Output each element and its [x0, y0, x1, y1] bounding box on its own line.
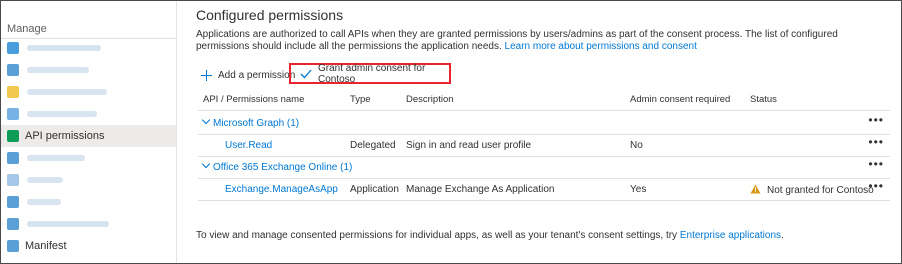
main-content: Configured permissions Applications are …: [196, 0, 896, 262]
chevron-down-icon: [201, 115, 211, 125]
group-row-microsoft-graph[interactable]: Microsoft Graph (1) •••: [198, 113, 890, 135]
blurred-label: [27, 221, 109, 227]
sidebar-item-8[interactable]: [1, 213, 176, 235]
footer-description: To view and manage consented permissions…: [196, 230, 680, 241]
admin-consent-required: No: [630, 140, 643, 151]
permission-type: Application: [350, 184, 399, 195]
blurred-label: [27, 45, 101, 51]
more-options-icon[interactable]: •••: [868, 157, 884, 171]
sidebar-item-0[interactable]: [1, 37, 176, 59]
api-permissions-icon: [7, 130, 19, 142]
permission-name-link[interactable]: Exchange.ManageAsApp: [225, 184, 338, 195]
group-name: Office 365 Exchange Online (1): [213, 162, 353, 173]
group-name: Microsoft Graph (1): [213, 118, 300, 129]
add-permission-label: Add a permission: [218, 69, 296, 81]
footer-period: .: [781, 230, 784, 241]
sidebar-item-5[interactable]: [1, 147, 176, 169]
owners-icon: [7, 196, 19, 208]
manifest-icon: [7, 240, 19, 252]
table-row: User.Read Delegated Sign in and read use…: [198, 135, 890, 157]
enterprise-applications-link[interactable]: Enterprise applications: [680, 230, 781, 241]
group-row-exchange-online[interactable]: Office 365 Exchange Online (1) •••: [198, 157, 890, 179]
sidebar-item-label: API permissions: [25, 130, 105, 142]
permission-type: Delegated: [350, 140, 396, 151]
sidebar-item-6[interactable]: [1, 169, 176, 191]
more-options-icon[interactable]: •••: [868, 179, 884, 193]
roles-admins-icon: [7, 218, 19, 230]
authentication-icon: [7, 64, 19, 76]
column-header-api: API / Permissions name: [203, 94, 305, 105]
sidebar-item-7[interactable]: [1, 191, 176, 213]
table-header: API / Permissions name Type Description …: [198, 91, 890, 111]
key-icon: [7, 86, 19, 98]
chevron-down-icon: [201, 159, 211, 169]
group-toggle[interactable]: Microsoft Graph (1): [201, 115, 300, 129]
column-header-description: Description: [406, 94, 454, 105]
admin-consent-required: Yes: [630, 184, 647, 195]
column-header-status: Status: [750, 94, 777, 105]
branding-icon: [7, 42, 19, 54]
blurred-label: [27, 67, 89, 73]
blurred-label: [27, 89, 107, 95]
token-icon: [7, 108, 19, 120]
command-bar: Add a permission Grant admin consent for…: [196, 63, 451, 85]
permission-description: Sign in and read user profile: [406, 140, 532, 151]
grant-admin-consent-button[interactable]: Grant admin consent for Contoso: [289, 62, 451, 85]
sidebar-item-manifest[interactable]: Manifest: [1, 235, 176, 257]
sidebar-item-1[interactable]: [1, 59, 176, 81]
blurred-label: [27, 111, 97, 117]
sidebar: Manage API permissions Manifest: [1, 1, 177, 263]
learn-more-link[interactable]: Learn more about permissions and consent: [505, 41, 697, 52]
sidebar-heading: Manage: [7, 23, 47, 35]
more-options-icon[interactable]: •••: [868, 135, 884, 149]
intro-text: Applications are authorized to call APIs…: [196, 29, 891, 53]
sidebar-item-label: Manifest: [25, 240, 67, 252]
group-toggle[interactable]: Office 365 Exchange Online (1): [201, 159, 353, 173]
permission-name-link[interactable]: User.Read: [225, 140, 272, 151]
sidebar-item-2[interactable]: [1, 81, 176, 103]
column-header-type: Type: [350, 94, 371, 105]
blurred-label: [27, 155, 85, 161]
permission-description: Manage Exchange As Application: [406, 184, 555, 195]
sidebar-item-3[interactable]: [1, 103, 176, 125]
blurred-label: [27, 177, 63, 183]
app-roles-icon: [7, 174, 19, 186]
blurred-label: [27, 199, 61, 205]
plus-icon: [201, 69, 212, 81]
sidebar-item-api-permissions[interactable]: API permissions: [1, 125, 176, 147]
table-row: Exchange.ManageAsApp Application Manage …: [198, 179, 890, 201]
more-options-icon[interactable]: •••: [868, 113, 884, 127]
warning-icon: [750, 184, 761, 197]
status-cell: Not granted for Contoso: [750, 184, 874, 197]
footer-text: To view and manage consented permissions…: [196, 230, 784, 241]
add-permission-button[interactable]: Add a permission: [196, 69, 296, 81]
grant-admin-consent-label: Grant admin consent for Contoso: [318, 62, 426, 85]
page-title: Configured permissions: [196, 7, 344, 23]
expose-api-icon: [7, 152, 19, 164]
checkmark-icon: [300, 69, 312, 79]
status-text: Not granted for Contoso: [767, 185, 874, 196]
column-header-admin-consent: Admin consent required: [630, 94, 731, 105]
